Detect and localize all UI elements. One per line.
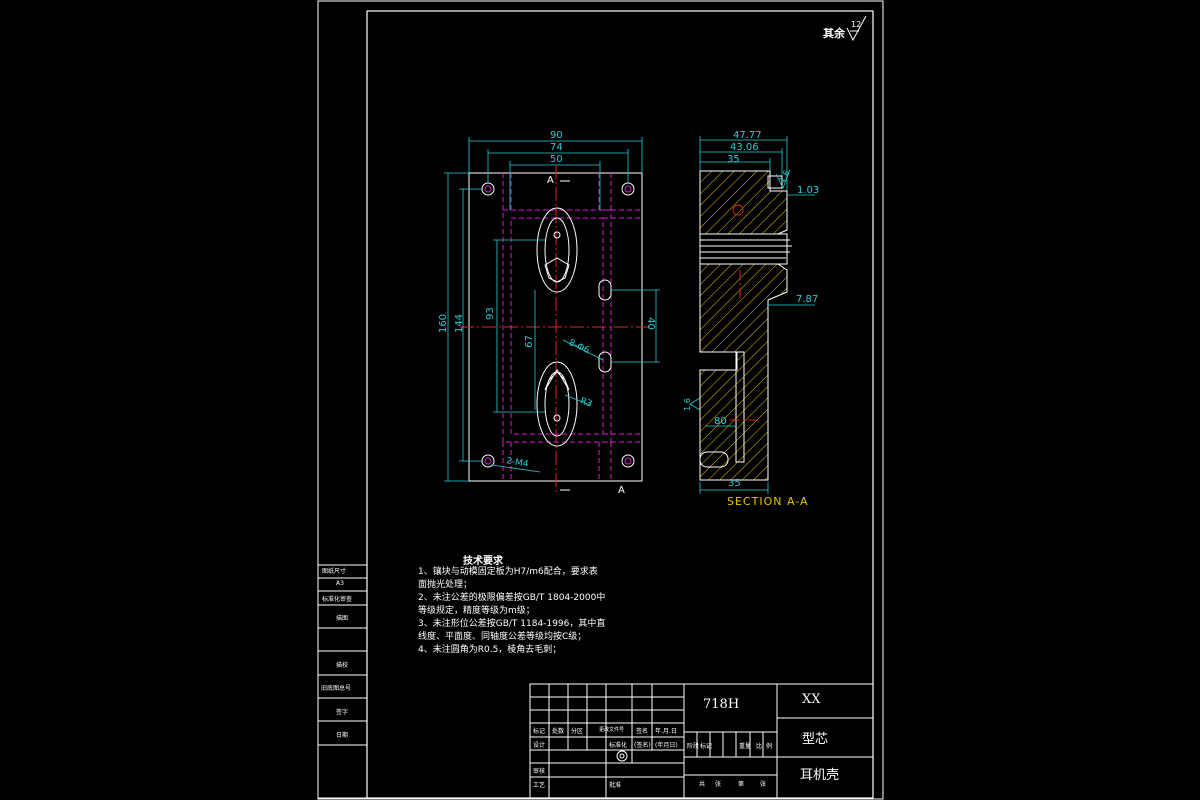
dim-80: 80 [714, 416, 727, 427]
stage-label: 比 [756, 743, 763, 750]
tb-header: 分区 [571, 728, 584, 735]
dim-74: 74 [550, 142, 563, 153]
dim-67: 67 [523, 335, 535, 348]
section-mark-bottom: A [618, 485, 625, 496]
dim-93: 93 [484, 307, 496, 320]
dim-90: 90 [550, 130, 563, 141]
tb-header: 标记 [533, 728, 546, 735]
tech-req-line: 4、未注圆角为R0.5，棱角去毛刺； [418, 645, 562, 655]
tech-req-line: 面抛光处理； [418, 580, 473, 590]
tb-design: 设计 [533, 742, 546, 749]
strip-cell: 标准化审查 [322, 596, 353, 603]
dim-47-77: 47.77 [733, 130, 762, 141]
tb-approve: 批准 [609, 782, 622, 789]
inner-frame [366, 10, 874, 799]
sheet-label: 张 [715, 781, 722, 788]
tech-req-line: 等级规定，精度等级为m级； [418, 606, 535, 616]
strip-cell: 日期 [336, 732, 349, 739]
tb-date: (年月日) [655, 742, 678, 749]
tb-header: 年.月.日 [655, 728, 677, 735]
section-title: SECTION A-A [727, 495, 809, 508]
dim-40: 40 [644, 317, 656, 330]
dim-50: 50 [550, 154, 563, 165]
tb-header: 处数 [552, 728, 565, 735]
strip-cell: A3 [336, 580, 344, 587]
sheet-label: 第 [738, 781, 745, 788]
strip-cell: 签字 [336, 709, 349, 716]
tb-check: 审核 [533, 768, 546, 775]
part-name: 型芯 [802, 732, 829, 747]
strip-cell: 描图 [336, 615, 349, 622]
product-name: 耳机壳 [800, 768, 840, 783]
dim-160: 160 [438, 313, 450, 334]
dim-144: 144 [454, 313, 466, 334]
tech-req-line: 线度、平面度、同轴度公差等级均按C级； [418, 632, 587, 642]
tech-req-line: 3、未注形位公差按GB/T 1184-1996，其中直 [418, 619, 606, 629]
dim-43-06: 43.06 [730, 142, 759, 153]
tb-header: 更改文件号 [599, 727, 625, 733]
tb-process: 工艺 [533, 782, 546, 789]
tb-header: 签名 [636, 728, 649, 735]
roughness-side: 1.6 [682, 398, 692, 411]
tb-standard: 标准化 [609, 742, 628, 749]
stage-label: 量 [745, 743, 752, 750]
sheet-label: 张 [760, 781, 767, 788]
stage-label: 例 [766, 743, 773, 750]
roughness-value: 12 [851, 20, 861, 29]
tech-req-line: 2、未注公差的极限偏差按GB/T 1804-2000中 [418, 593, 606, 603]
dim-35-bottom: 35 [728, 478, 741, 489]
tech-req-line: 1、镶块与动模固定板为H7/m6配合，要求表 [418, 567, 598, 577]
section-mark-top: A [547, 175, 554, 186]
stage-label: 记 [706, 743, 713, 750]
stage-label: 段 [693, 743, 700, 750]
sheet-label: 共 [699, 781, 706, 788]
strip-cell: 描校 [336, 662, 349, 669]
outer-frame [317, 0, 884, 800]
cad-drawing: 其余 12 [317, 0, 884, 800]
tech-req-heading: 技术要求 [463, 556, 503, 567]
company: XX [802, 692, 821, 707]
dim-35-top: 35 [727, 154, 740, 165]
roughness-label: 其余 [823, 26, 846, 40]
dim-7-87: 7.87 [796, 294, 819, 305]
material: 718H [703, 697, 740, 712]
dim-1-03: 1.03 [797, 185, 820, 196]
strip-cell: 图纸尺寸 [322, 568, 347, 575]
tb-sign: (签名) [634, 742, 651, 749]
front-view [444, 137, 660, 492]
strip-cell: 旧底图总号 [321, 685, 352, 692]
